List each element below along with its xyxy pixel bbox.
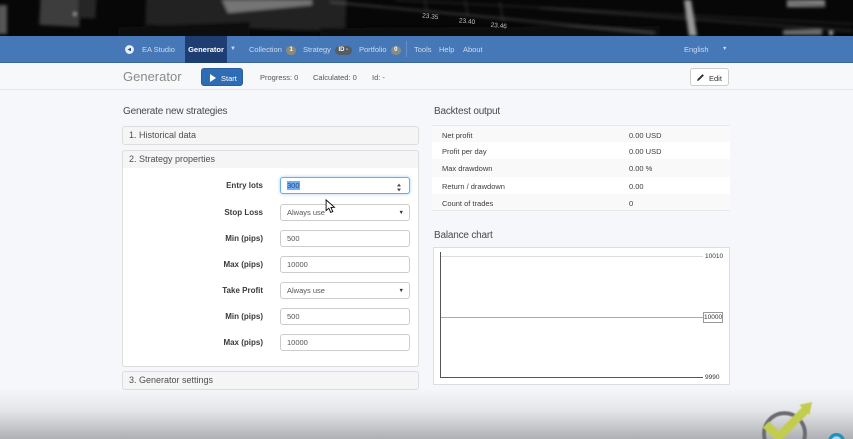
svg-text:23.40: 23.40 bbox=[459, 17, 476, 26]
svg-text:23.35: 23.35 bbox=[422, 13, 439, 22]
